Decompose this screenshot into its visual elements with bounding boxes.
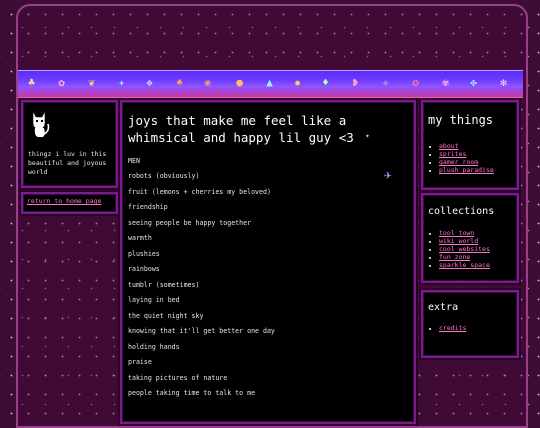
joy-item: warmth (128, 234, 152, 242)
cat-avatar-icon (32, 110, 50, 137)
list-item: tool town (439, 229, 490, 237)
joy-item: friendship (128, 203, 168, 211)
joy-item: laying in bed (128, 296, 180, 304)
page-title: joys that make me feel like a whimsical … (128, 113, 354, 145)
joy-item: holding hands (128, 343, 180, 351)
sprite-icon: ✾ (442, 76, 449, 89)
sprite-banner: ♣ ✿ ❦ ✦ ❖ ♠ ❀ ● ▲ ✹ ♦ ❥ ✧ ✪ ✾ ✤ ✻ (18, 70, 523, 98)
sprite-icon: ♦ (322, 76, 329, 89)
extra-panel: extra credits (421, 290, 519, 358)
joy-item: people taking time to talk to me (128, 389, 256, 397)
joy-item: MEN (128, 157, 140, 165)
sprite-icon: ✿ (58, 76, 65, 89)
home-link-panel: return to home page (21, 192, 118, 214)
joy-item: fruit (lemons + cherries my beloved) (128, 188, 271, 196)
wiki-world-link[interactable]: wiki world (439, 237, 478, 245)
intro-tagline: thingz i luv in this beautiful and joyou… (28, 150, 107, 176)
sprite-icon: ❥ (352, 76, 359, 89)
sparkle-sprite-icon: ✦ (365, 131, 370, 140)
extra-heading: extra (428, 302, 459, 313)
intro-panel: thingz i luv in this beautiful and joyou… (21, 100, 118, 188)
joy-item: knowing that it'll get better one day (128, 327, 275, 335)
list-item: gamer room (439, 158, 494, 166)
list-item: credits (439, 324, 466, 332)
joy-item: taking pictures of nature (128, 374, 228, 382)
sprite-icon: ✧ (382, 76, 389, 89)
collections-list: tool town wiki world cool websites fun z… (423, 229, 490, 269)
joy-item: robots (obviously) (128, 172, 200, 180)
plush-paradise-link[interactable]: plush paradise (439, 166, 494, 174)
sparkle-space-link[interactable]: sparkle space (439, 261, 490, 269)
list-item: fun zone (439, 253, 490, 261)
credits-link[interactable]: credits (439, 324, 466, 332)
joy-item: seeing people be happy together (128, 219, 252, 227)
my-things-heading: my things (428, 113, 494, 127)
joy-item: praise (128, 358, 152, 366)
bird-sprite-icon: ✈ (384, 168, 392, 183)
sprite-icon: ✹ (294, 76, 301, 89)
sprite-icon: ♣ (28, 76, 35, 89)
list-item: about (439, 142, 494, 150)
about-link[interactable]: about (439, 142, 459, 150)
home-link[interactable]: return to home page (27, 197, 101, 205)
joy-item: tumblr (sometimes) (128, 281, 200, 289)
sprites-link[interactable]: sprites (439, 150, 466, 158)
tool-town-link[interactable]: tool town (439, 229, 474, 237)
sprite-icon: ● (236, 76, 243, 89)
my-things-panel: my things about sprites gamer room plush… (421, 100, 519, 190)
sprite-icon: ✦ (118, 76, 125, 89)
collections-panel: collections tool town wiki world cool we… (421, 193, 519, 283)
joy-item: the quiet night sky (128, 312, 204, 320)
extra-list: credits (423, 324, 466, 332)
fun-zone-link[interactable]: fun zone (439, 253, 470, 261)
my-things-list: about sprites gamer room plush paradise (423, 142, 494, 174)
sprite-icon: ▲ (266, 76, 273, 89)
list-item: plush paradise (439, 166, 494, 174)
sprite-icon: ✻ (500, 76, 507, 89)
gamer-room-link[interactable]: gamer room (439, 158, 478, 166)
joy-item: rainbows (128, 265, 160, 273)
joy-item: plushies (128, 250, 160, 258)
list-item: sparkle space (439, 261, 490, 269)
sprite-icon: ❀ (204, 76, 211, 89)
sprite-icon: ❦ (88, 76, 95, 89)
list-item: sprites (439, 150, 494, 158)
main-content-panel: joys that make me feel like a whimsical … (120, 100, 416, 424)
collections-heading: collections (428, 206, 495, 217)
cool-websites-link[interactable]: cool websites (439, 245, 490, 253)
sprite-icon: ❖ (146, 76, 153, 89)
sprite-icon: ✤ (470, 76, 477, 89)
sprite-icon: ✪ (412, 76, 419, 89)
list-item: cool websites (439, 245, 490, 253)
list-item: wiki world (439, 237, 490, 245)
sprite-icon: ♠ (176, 76, 183, 89)
